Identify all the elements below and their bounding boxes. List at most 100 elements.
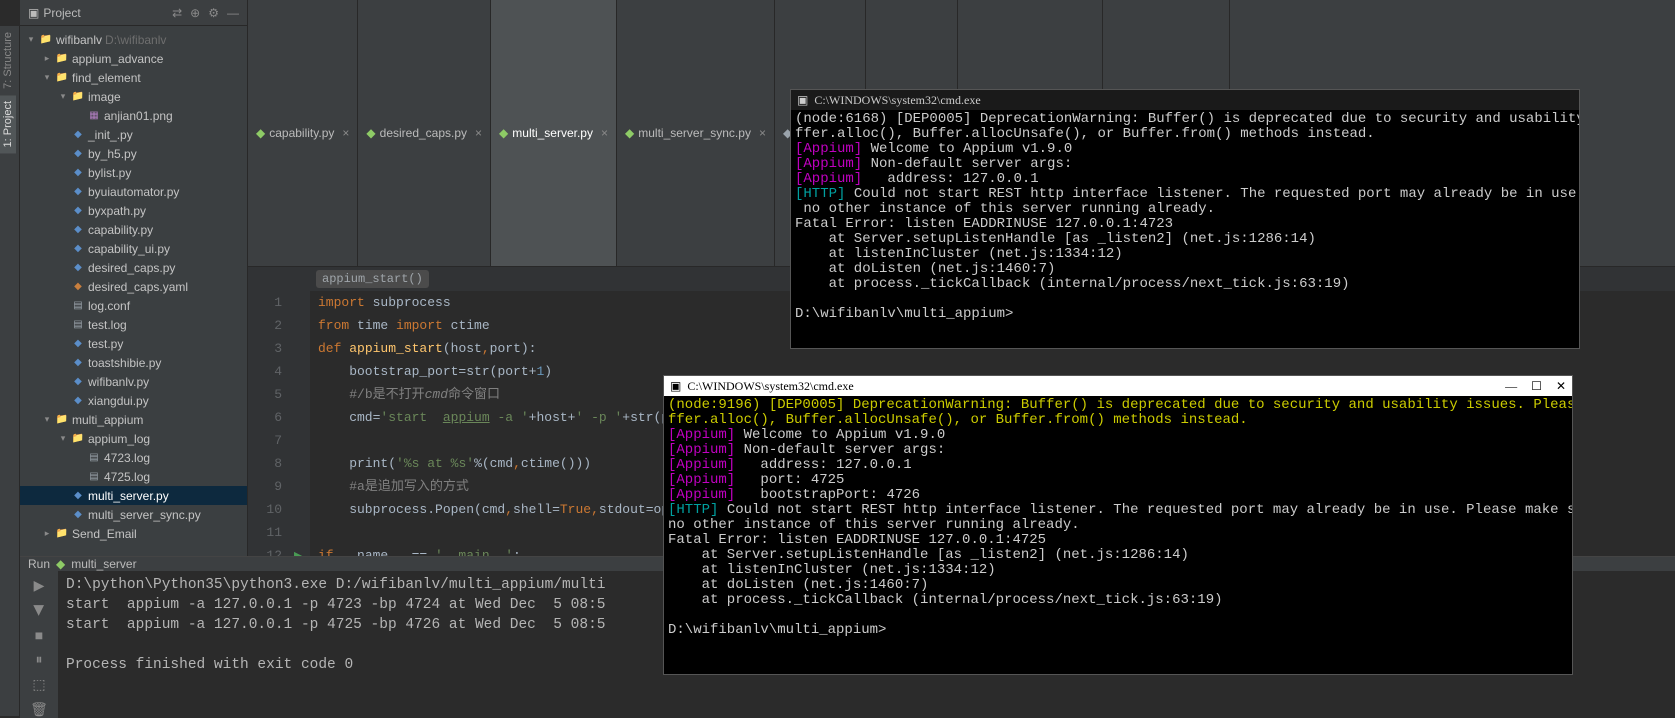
tree-item-wifibanlv-py[interactable]: ◆wifibanlv.py xyxy=(20,372,247,391)
tree-item-toastshibie-py[interactable]: ◆toastshibie.py xyxy=(20,353,247,372)
tab-label: desired_caps.py xyxy=(380,126,467,140)
py-icon: ◆ xyxy=(71,242,85,256)
file-icon: ◆ xyxy=(256,126,265,140)
tree-item-Send_Email[interactable]: ▸📁Send_Email xyxy=(20,524,247,543)
run-button[interactable]: ▶ xyxy=(31,605,48,616)
tab-desired_caps-py[interactable]: ◆desired_caps.py× xyxy=(358,0,491,266)
tree-label: appium_log xyxy=(88,432,150,446)
tree-label: desired_caps.py xyxy=(88,261,175,275)
cmd-window-2[interactable]: ▣ C:\WINDOWS\system32\cmd.exe — ☐ ✕ (nod… xyxy=(663,375,1573,675)
tree-label: test.log xyxy=(88,318,127,332)
tree-item-wifibanlv[interactable]: ▾📁wifibanlv D:\wifibanlv xyxy=(20,30,247,49)
tree-label: xiangdui.py xyxy=(88,394,149,408)
hide-icon[interactable]: — xyxy=(227,6,239,20)
tree-item-desired_caps-yaml[interactable]: ◆desired_caps.yaml xyxy=(20,277,247,296)
dir-icon: 📁 xyxy=(39,33,53,47)
py-icon: ◆ xyxy=(71,489,85,503)
target-icon[interactable]: ⊕ xyxy=(190,6,200,20)
trash-button[interactable]: 🗑 xyxy=(30,701,48,718)
close-icon[interactable]: × xyxy=(342,126,349,140)
file-icon: ▤ xyxy=(71,318,85,332)
tab-label: multi_server.py xyxy=(512,126,593,140)
tree-label: anjian01.png xyxy=(104,109,173,123)
cmd2-titlebar[interactable]: ▣ C:\WINDOWS\system32\cmd.exe — ☐ ✕ xyxy=(664,376,1572,396)
structure-tool[interactable]: 7: Structure xyxy=(0,26,16,95)
tree-item-multi_server_sync-py[interactable]: ◆multi_server_sync.py xyxy=(20,505,247,524)
tree-label: byuiautomator.py xyxy=(88,185,179,199)
gear-icon[interactable]: ⚙ xyxy=(208,6,219,20)
py-icon: ◆ xyxy=(71,147,85,161)
tree-label: find_element xyxy=(72,71,141,85)
expand-icon[interactable]: ▾ xyxy=(58,91,68,102)
tab-multi_server_sync-py[interactable]: ◆multi_server_sync.py× xyxy=(617,0,775,266)
tree-item-appium_log[interactable]: ▾📁appium_log xyxy=(20,429,247,448)
tab-multi_server-py[interactable]: ◆multi_server.py× xyxy=(491,0,617,266)
expand-icon[interactable]: ▾ xyxy=(42,414,52,425)
cmd2-title: C:\WINDOWS\system32\cmd.exe xyxy=(687,379,853,394)
collapse-icon[interactable]: ⇄ xyxy=(172,6,182,20)
tree-item-xiangdui-py[interactable]: ◆xiangdui.py xyxy=(20,391,247,410)
tree-item-by_h5-py[interactable]: ◆by_h5.py xyxy=(20,144,247,163)
python-icon: ◆ xyxy=(56,557,65,571)
minimize-button[interactable]: — xyxy=(1505,379,1517,394)
tree-item-test-log[interactable]: ▤test.log xyxy=(20,315,247,334)
cmd-icon: ▣ xyxy=(670,379,681,394)
expand-icon[interactable]: ▾ xyxy=(58,433,68,444)
tree-label: bylist.py xyxy=(88,166,131,180)
file-tree[interactable]: ▾📁wifibanlv D:\wifibanlv▸📁appium_advance… xyxy=(20,26,247,556)
dir-icon: 📁 xyxy=(71,90,85,104)
tree-item-4725-log[interactable]: ▤4725.log xyxy=(20,467,247,486)
dir-icon: 📁 xyxy=(55,413,69,427)
tree-item-appium_advance[interactable]: ▸📁appium_advance xyxy=(20,49,247,68)
tree-item-multi_server-py[interactable]: ◆multi_server.py xyxy=(20,486,247,505)
tree-item-anjian01-png[interactable]: ▦anjian01.png xyxy=(20,106,247,125)
stop-button[interactable]: ■ xyxy=(35,627,43,643)
run-toolbar: ▶ ▶ ■ ⏸ ⬚ 🗑 xyxy=(20,571,58,718)
close-icon[interactable]: × xyxy=(601,126,608,140)
tree-label: image xyxy=(88,90,121,104)
py-icon: ◆ xyxy=(71,223,85,237)
tree-label: by_h5.py xyxy=(88,147,137,161)
tree-item-image[interactable]: ▾📁image xyxy=(20,87,247,106)
img-icon: ▦ xyxy=(87,109,101,123)
expand-icon[interactable]: ▾ xyxy=(42,72,52,83)
py-icon: ◆ xyxy=(71,375,85,389)
tree-item-bylist-py[interactable]: ◆bylist.py xyxy=(20,163,247,182)
tree-item-desired_caps-py[interactable]: ◆desired_caps.py xyxy=(20,258,247,277)
tree-item-byuiautomator-py[interactable]: ◆byuiautomator.py xyxy=(20,182,247,201)
tree-item-log-conf[interactable]: ▤log.conf xyxy=(20,296,247,315)
expand-icon[interactable]: ▸ xyxy=(42,53,52,64)
breadcrumb-function: appium_start() xyxy=(316,270,429,288)
close-button[interactable]: ✕ xyxy=(1556,379,1566,394)
close-icon[interactable]: × xyxy=(759,126,766,140)
tree-item-capability-py[interactable]: ◆capability.py xyxy=(20,220,247,239)
rerun-button[interactable]: ▶ xyxy=(34,577,45,594)
tree-item-byxpath-py[interactable]: ◆byxpath.py xyxy=(20,201,247,220)
pause-button[interactable]: ⏸ xyxy=(36,651,43,668)
up-button[interactable]: ⬚ xyxy=(32,676,45,693)
expand-icon[interactable]: ▾ xyxy=(26,34,36,45)
expand-icon[interactable]: ▸ xyxy=(42,528,52,539)
left-tool-strip: 7: Structure 1: Project xyxy=(0,26,20,716)
tree-item-test-py[interactable]: ◆test.py xyxy=(20,334,247,353)
tree-item-4723-log[interactable]: ▤4723.log xyxy=(20,448,247,467)
cmd2-output[interactable]: (node:9196) [DEP0005] DeprecationWarning… xyxy=(664,396,1572,640)
tree-item-capability_ui-py[interactable]: ◆capability_ui.py xyxy=(20,239,247,258)
maximize-button[interactable]: ☐ xyxy=(1531,379,1542,394)
project-tool[interactable]: 1: Project xyxy=(0,95,16,153)
py-icon: ◆ xyxy=(71,337,85,351)
tree-item-multi_appium[interactable]: ▾📁multi_appium xyxy=(20,410,247,429)
tree-item-find_element[interactable]: ▾📁find_element xyxy=(20,68,247,87)
close-icon[interactable]: × xyxy=(475,126,482,140)
py-icon: ◆ xyxy=(71,166,85,180)
tree-item-_init_-py[interactable]: ◆_init_.py xyxy=(20,125,247,144)
tree-label: log.conf xyxy=(88,299,130,313)
project-panel-title: ▣ Project xyxy=(20,6,89,20)
tab-capability-py[interactable]: ◆ capability.py × xyxy=(248,0,358,266)
cmd-window-1[interactable]: ▣ C:\WINDOWS\system32\cmd.exe (node:6168… xyxy=(790,89,1580,349)
cmd1-titlebar[interactable]: ▣ C:\WINDOWS\system32\cmd.exe xyxy=(791,90,1579,110)
dir-icon: 📁 xyxy=(55,71,69,85)
cmd1-output[interactable]: (node:6168) [DEP0005] DeprecationWarning… xyxy=(791,110,1579,324)
py-icon: ◆ xyxy=(71,204,85,218)
tab-label: capability.py xyxy=(269,126,334,140)
